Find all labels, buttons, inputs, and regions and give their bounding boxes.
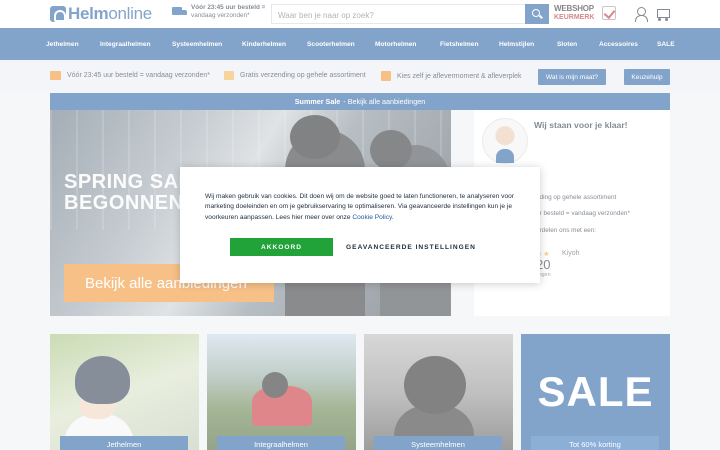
cookie-policy-link[interactable]: Cookie Policy	[352, 214, 391, 221]
advanced-settings-button[interactable]: GEAVANCEERDE INSTELLINGEN	[346, 238, 476, 256]
cookie-message: Wij maken gebruik van cookies. Dit doen …	[205, 193, 514, 221]
cookie-consent-dialog: Wij maken gebruik van cookies. Dit doen …	[180, 167, 540, 283]
accept-cookies-button[interactable]: AKKOORD	[230, 238, 333, 256]
